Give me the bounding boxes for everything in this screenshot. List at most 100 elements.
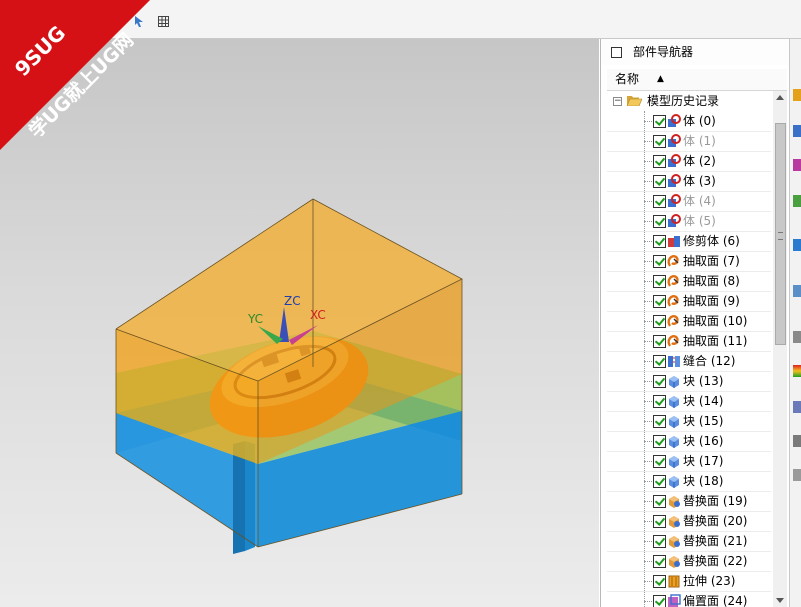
- resource-tab-11-icon[interactable]: [793, 469, 801, 481]
- feature-row[interactable]: 拉伸 (23): [607, 571, 771, 592]
- visibility-checkbox[interactable]: [653, 175, 666, 188]
- block-icon: [667, 434, 681, 448]
- visibility-checkbox[interactable]: [653, 255, 666, 268]
- feature-label: 偏置面 (24): [683, 594, 748, 607]
- feature-row[interactable]: 替换面 (20): [607, 511, 771, 532]
- resource-tab-4-icon[interactable]: [793, 195, 801, 207]
- resource-tab-6-icon[interactable]: [793, 285, 801, 297]
- tree-connector: [644, 201, 652, 202]
- tree-root-model-history[interactable]: − 模型历史记录: [607, 91, 771, 111]
- resource-tab-1-icon[interactable]: [793, 89, 801, 101]
- feature-row[interactable]: 偏置面 (24): [607, 591, 771, 607]
- visibility-checkbox[interactable]: [653, 535, 666, 548]
- feature-row[interactable]: 替换面 (21): [607, 531, 771, 552]
- visibility-checkbox[interactable]: [653, 115, 666, 128]
- replace-face-icon: [667, 494, 681, 508]
- visibility-checkbox[interactable]: [653, 495, 666, 508]
- feature-row[interactable]: 体 (3): [607, 171, 771, 192]
- feature-row[interactable]: 体 (4): [607, 191, 771, 212]
- feature-label: 体 (2): [683, 154, 716, 168]
- navigator-scrollbar[interactable]: [773, 91, 787, 607]
- visibility-checkbox[interactable]: [653, 295, 666, 308]
- resource-tab-8-icon[interactable]: [793, 365, 801, 377]
- scrollbar-thumb[interactable]: [775, 123, 786, 345]
- extract-face-icon: [667, 294, 681, 308]
- feature-row[interactable]: 块 (17): [607, 451, 771, 472]
- column-header-name[interactable]: 名称: [615, 69, 639, 90]
- feature-row[interactable]: 块 (18): [607, 471, 771, 492]
- visibility-checkbox[interactable]: [653, 435, 666, 448]
- feature-row[interactable]: 修剪体 (6): [607, 231, 771, 252]
- resource-bar: [789, 39, 801, 607]
- tree-connector: [644, 141, 652, 142]
- visibility-checkbox[interactable]: [653, 275, 666, 288]
- visibility-checkbox[interactable]: [653, 515, 666, 528]
- resource-tab-10-icon[interactable]: [793, 435, 801, 447]
- visibility-checkbox[interactable]: [653, 475, 666, 488]
- block-icon: [667, 414, 681, 428]
- feature-row[interactable]: 块 (16): [607, 431, 771, 452]
- visibility-checkbox[interactable]: [653, 595, 666, 607]
- resource-tab-9-icon[interactable]: [793, 401, 801, 413]
- feature-row[interactable]: 替换面 (19): [607, 491, 771, 512]
- feature-row[interactable]: 抽取面 (7): [607, 251, 771, 272]
- feature-row[interactable]: 体 (1): [607, 131, 771, 152]
- visibility-checkbox[interactable]: [653, 235, 666, 248]
- grid-icon[interactable]: [158, 16, 169, 27]
- tree-connector: [644, 441, 652, 442]
- visibility-checkbox[interactable]: [653, 575, 666, 588]
- feature-row[interactable]: 体 (5): [607, 211, 771, 232]
- feature-label: 体 (4): [683, 194, 716, 208]
- feature-row[interactable]: 抽取面 (10): [607, 311, 771, 332]
- resource-tab-2-icon[interactable]: [793, 125, 801, 137]
- replace-face-icon: [667, 554, 681, 568]
- extract-face-icon: [667, 254, 681, 268]
- feature-label: 块 (16): [683, 434, 724, 448]
- resource-tab-3-icon[interactable]: [793, 159, 801, 171]
- tree-connector: [644, 561, 652, 562]
- tree-connector: [644, 501, 652, 502]
- visibility-checkbox[interactable]: [653, 155, 666, 168]
- tree-connector: [644, 461, 652, 462]
- visibility-checkbox[interactable]: [653, 375, 666, 388]
- window-icon[interactable]: [611, 47, 622, 58]
- offset-face-icon: [667, 594, 681, 607]
- sew-icon: [667, 354, 681, 368]
- navigator-title: 部件导航器: [633, 45, 694, 59]
- feature-row[interactable]: 抽取面 (11): [607, 331, 771, 352]
- visibility-checkbox[interactable]: [653, 555, 666, 568]
- sort-ascending-icon[interactable]: ▲: [657, 69, 664, 90]
- scroll-up-icon[interactable]: [776, 95, 784, 100]
- visibility-checkbox[interactable]: [653, 315, 666, 328]
- visibility-checkbox[interactable]: [653, 415, 666, 428]
- feature-label: 块 (13): [683, 374, 724, 388]
- feature-row[interactable]: 抽取面 (8): [607, 271, 771, 292]
- visibility-checkbox[interactable]: [653, 135, 666, 148]
- visibility-checkbox[interactable]: [653, 215, 666, 228]
- feature-label: 体 (3): [683, 174, 716, 188]
- column-header[interactable]: 名称 ▲: [607, 69, 787, 91]
- feature-row[interactable]: 块 (13): [607, 371, 771, 392]
- feature-label: 替换面 (21): [683, 534, 748, 548]
- tree-connector: [644, 161, 652, 162]
- feature-label: 抽取面 (11): [683, 334, 748, 348]
- visibility-checkbox[interactable]: [653, 355, 666, 368]
- feature-row[interactable]: 体 (2): [607, 151, 771, 172]
- feature-row[interactable]: 抽取面 (9): [607, 291, 771, 312]
- feature-row[interactable]: 替换面 (22): [607, 551, 771, 572]
- collapse-icon[interactable]: −: [613, 97, 622, 106]
- resource-tab-7-icon[interactable]: [793, 331, 801, 343]
- tree-connector: [644, 481, 652, 482]
- visibility-checkbox[interactable]: [653, 455, 666, 468]
- resource-tab-5-icon[interactable]: [793, 239, 801, 251]
- scroll-down-icon[interactable]: [776, 598, 784, 603]
- feature-row[interactable]: 体 (0): [607, 111, 771, 132]
- block-icon: [667, 394, 681, 408]
- feature-row[interactable]: 块 (14): [607, 391, 771, 412]
- body-icon: [667, 214, 681, 228]
- visibility-checkbox[interactable]: [653, 335, 666, 348]
- feature-row[interactable]: 缝合 (12): [607, 351, 771, 372]
- visibility-checkbox[interactable]: [653, 395, 666, 408]
- visibility-checkbox[interactable]: [653, 195, 666, 208]
- feature-row[interactable]: 块 (15): [607, 411, 771, 432]
